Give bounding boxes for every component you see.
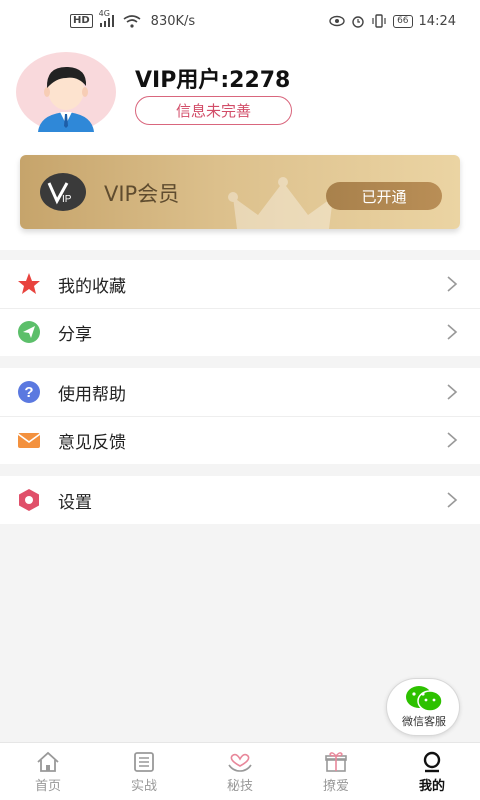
menu-group-help: ? 使用帮助 意见反馈 — [0, 368, 480, 464]
vip-card[interactable]: IP VIP会员 已开通 — [20, 155, 460, 229]
menu-group-settings: 设置 — [0, 476, 480, 524]
tab-label-home: 首页 — [34, 779, 61, 794]
share-icon — [16, 319, 42, 345]
tab-love[interactable]: 撩爱 — [288, 743, 384, 800]
vip-logo-icon: IP — [40, 173, 86, 211]
menu-item-settings[interactable]: 设置 — [0, 476, 480, 524]
hd-badge: HD — [70, 14, 93, 28]
status-right: 66 14:24 — [329, 14, 456, 29]
vibrate-icon — [372, 14, 386, 28]
wifi-icon — [123, 14, 141, 28]
help-icon: ? — [16, 379, 42, 405]
tab-label-love: 撩爱 — [322, 779, 349, 794]
list-icon — [134, 752, 154, 772]
menu-item-favorites[interactable]: 我的收藏 — [0, 260, 480, 308]
menu-item-feedback[interactable]: 意见反馈 — [0, 416, 480, 464]
menu-label-feedback: 意见反馈 — [58, 432, 126, 453]
profile-header: VIP用户:2278 信息未完善 IP VIP会员 已开通 — [0, 42, 480, 250]
status-bar: HD 4G 830K/s 66 14:24 — [0, 0, 480, 42]
profile-icon — [423, 751, 441, 773]
vip-status-button[interactable]: 已开通 — [326, 182, 442, 210]
network-speed: 830K/s — [150, 13, 196, 29]
chevron-right-icon — [447, 276, 458, 292]
wechat-icon — [406, 686, 443, 712]
complete-profile-button[interactable]: 信息未完善 — [135, 96, 292, 125]
menu-group-favorites: 我的收藏 分享 — [0, 260, 480, 356]
signal-4g-label: 4G — [98, 9, 110, 18]
heart-hands-icon — [228, 753, 252, 772]
svg-text:?: ? — [24, 384, 33, 401]
tab-tips[interactable]: 秘技 — [192, 743, 288, 800]
home-icon — [37, 751, 59, 772]
menu-label-favorites: 我的收藏 — [58, 276, 126, 297]
battery-icon: 66 — [393, 14, 413, 28]
status-left: HD 4G 830K/s — [70, 9, 196, 29]
vip-title: VIP会员 — [104, 182, 180, 206]
menu-label-share: 分享 — [58, 324, 92, 345]
alarm-icon — [352, 16, 364, 28]
chevron-right-icon — [447, 432, 458, 448]
chevron-right-icon — [447, 384, 458, 400]
username: VIP用户:2278 — [135, 68, 291, 93]
menu-item-help[interactable]: ? 使用帮助 — [0, 368, 480, 416]
gift-icon — [325, 752, 347, 772]
tab-label-mine: 我的 — [418, 779, 445, 794]
menu-label-settings: 设置 — [58, 492, 92, 513]
signal-icon: 4G — [99, 9, 117, 27]
tab-label-tips: 秘技 — [226, 779, 253, 794]
crown-icon — [228, 177, 338, 229]
menu-item-share[interactable]: 分享 — [0, 308, 480, 356]
mail-icon — [16, 427, 42, 453]
svg-text:IP: IP — [62, 194, 72, 205]
tab-mine[interactable]: 我的 — [384, 743, 480, 800]
tab-practice[interactable]: 实战 — [96, 743, 192, 800]
wechat-service-label: 微信客服 — [402, 715, 446, 728]
chevron-right-icon — [447, 324, 458, 340]
eye-icon — [329, 15, 345, 27]
chevron-right-icon — [447, 492, 458, 508]
menu-label-help: 使用帮助 — [58, 384, 126, 405]
clock-time: 14:24 — [418, 13, 456, 29]
tab-home[interactable]: 首页 — [0, 743, 96, 800]
gear-icon — [16, 487, 42, 513]
avatar[interactable] — [16, 52, 116, 132]
tab-label-practice: 实战 — [130, 779, 157, 794]
star-icon — [16, 271, 42, 297]
wechat-service-button[interactable]: 微信客服 — [386, 678, 460, 736]
bottom-tab-bar: 首页 实战 秘技 撩爱 我的 — [0, 742, 480, 800]
